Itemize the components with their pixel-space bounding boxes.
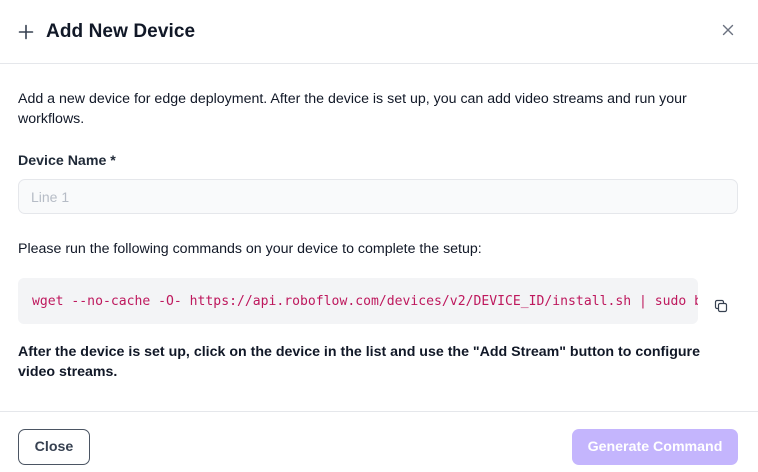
add-device-dialog: Add New Device Add a new device for edge… <box>0 0 758 472</box>
instructions-text: Please run the following commands on you… <box>18 241 482 257</box>
dialog-header: Add New Device <box>0 0 758 64</box>
device-name-label: Device Name * <box>18 153 116 169</box>
close-icon[interactable] <box>718 20 738 40</box>
generate-command-button[interactable]: Generate Command <box>572 429 738 465</box>
copy-icon[interactable] <box>710 295 732 317</box>
command-row: wget --no-cache -O- https://api.roboflow… <box>18 278 740 324</box>
command-box: wget --no-cache -O- https://api.roboflow… <box>18 278 698 324</box>
device-name-input[interactable] <box>18 179 738 214</box>
install-command: wget --no-cache -O- https://api.roboflow… <box>32 293 698 309</box>
dialog-title: Add New Device <box>46 20 196 42</box>
intro-text: Add a new device for edge deployment. Af… <box>18 91 687 127</box>
close-button[interactable]: Close <box>18 429 90 465</box>
dialog-body: Add a new device for edge deployment. Af… <box>0 89 758 382</box>
plus-icon <box>18 24 34 40</box>
after-setup-text: After the device is set up, click on the… <box>18 344 700 380</box>
dialog-footer: Close Generate Command <box>0 411 758 472</box>
